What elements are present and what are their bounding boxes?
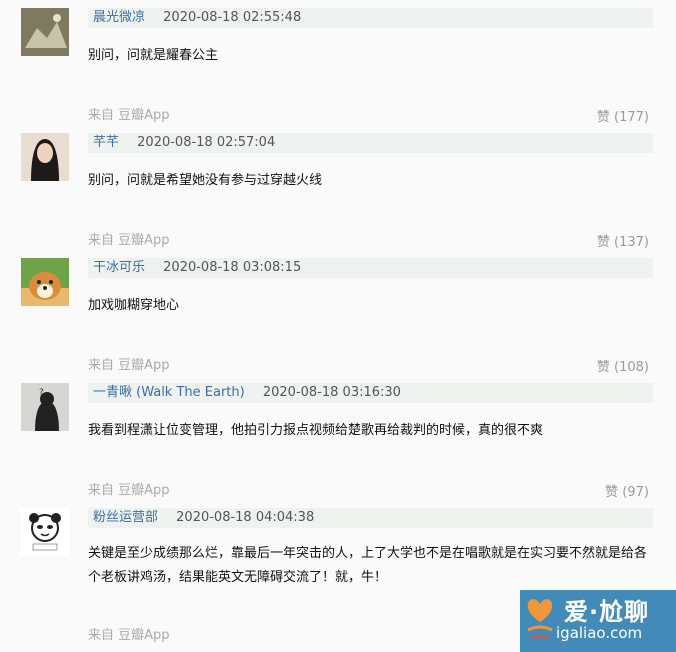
avatar[interactable]: [21, 258, 69, 306]
comment-time: 2020-08-18 02:57:04: [137, 135, 276, 150]
username-link[interactable]: 干冰可乐: [93, 260, 145, 275]
like-button[interactable]: 赞 (97): [605, 481, 649, 500]
comment-text: 别问，问就是耀春公主: [88, 48, 219, 63]
like-button[interactable]: 赞 (137): [597, 231, 649, 250]
comment-meta: 一青啾 (Walk The Earth) 2020-08-18 03:16:30: [88, 383, 653, 403]
comment-time: 2020-08-18 04:04:38: [176, 510, 315, 525]
comment-source: 来自 豆瓣App: [88, 233, 170, 248]
comment-source: 来自 豆瓣App: [88, 108, 170, 123]
comment-meta: 芊芊 2020-08-18 02:57:04: [88, 133, 653, 153]
comment-source: 来自 豆瓣App: [88, 358, 170, 373]
comment-meta: 干冰可乐 2020-08-18 03:08:15: [88, 258, 653, 278]
heart-logo-icon: [527, 599, 553, 640]
avatar[interactable]: ?: [21, 383, 69, 431]
watermark-logo: 爱·尬聊 igaliao.com: [520, 590, 676, 652]
username-link[interactable]: 粉丝运营部: [93, 510, 158, 525]
comment-text: 加戏咖糊穿地心: [88, 298, 180, 313]
username-link[interactable]: 一青啾 (Walk The Earth): [93, 385, 245, 400]
avatar[interactable]: [21, 133, 69, 181]
username-link[interactable]: 芊芊: [93, 135, 119, 150]
comment-time: 2020-08-18 03:08:15: [163, 260, 302, 275]
comment-text: 关键是至少成绩那么烂，靠最后一年突击的人，上了大学也不是在唱歌就是在实习要不然就…: [88, 546, 648, 585]
comment-time: 2020-08-18 03:16:30: [262, 385, 401, 400]
comment-meta: 粉丝运营部 2020-08-18 04:04:38: [88, 508, 653, 528]
comment-source: 来自 豆瓣App: [88, 483, 170, 498]
watermark-title: 爱·尬聊: [564, 598, 650, 626]
comment-source: 来自 豆瓣App: [88, 628, 170, 643]
avatar[interactable]: [21, 508, 69, 556]
avatar[interactable]: [21, 8, 69, 56]
comment-time: 2020-08-18 02:55:48: [163, 10, 302, 25]
comment-meta: 晨光微凉 2020-08-18 02:55:48: [88, 8, 653, 28]
comment-text: 别问，问就是希望她没有参与过穿越火线: [88, 173, 323, 188]
username-link[interactable]: 晨光微凉: [93, 10, 145, 25]
like-button[interactable]: 赞 (108): [597, 356, 649, 375]
like-button[interactable]: 赞 (177): [597, 106, 649, 125]
watermark-url: igaliao.com: [556, 624, 643, 642]
comment-text: 我看到程潇让位变管理，他拍引力报点视频给楚歌再给裁判的时候，真的很不爽: [88, 423, 544, 438]
svg-text:?: ?: [39, 388, 44, 398]
